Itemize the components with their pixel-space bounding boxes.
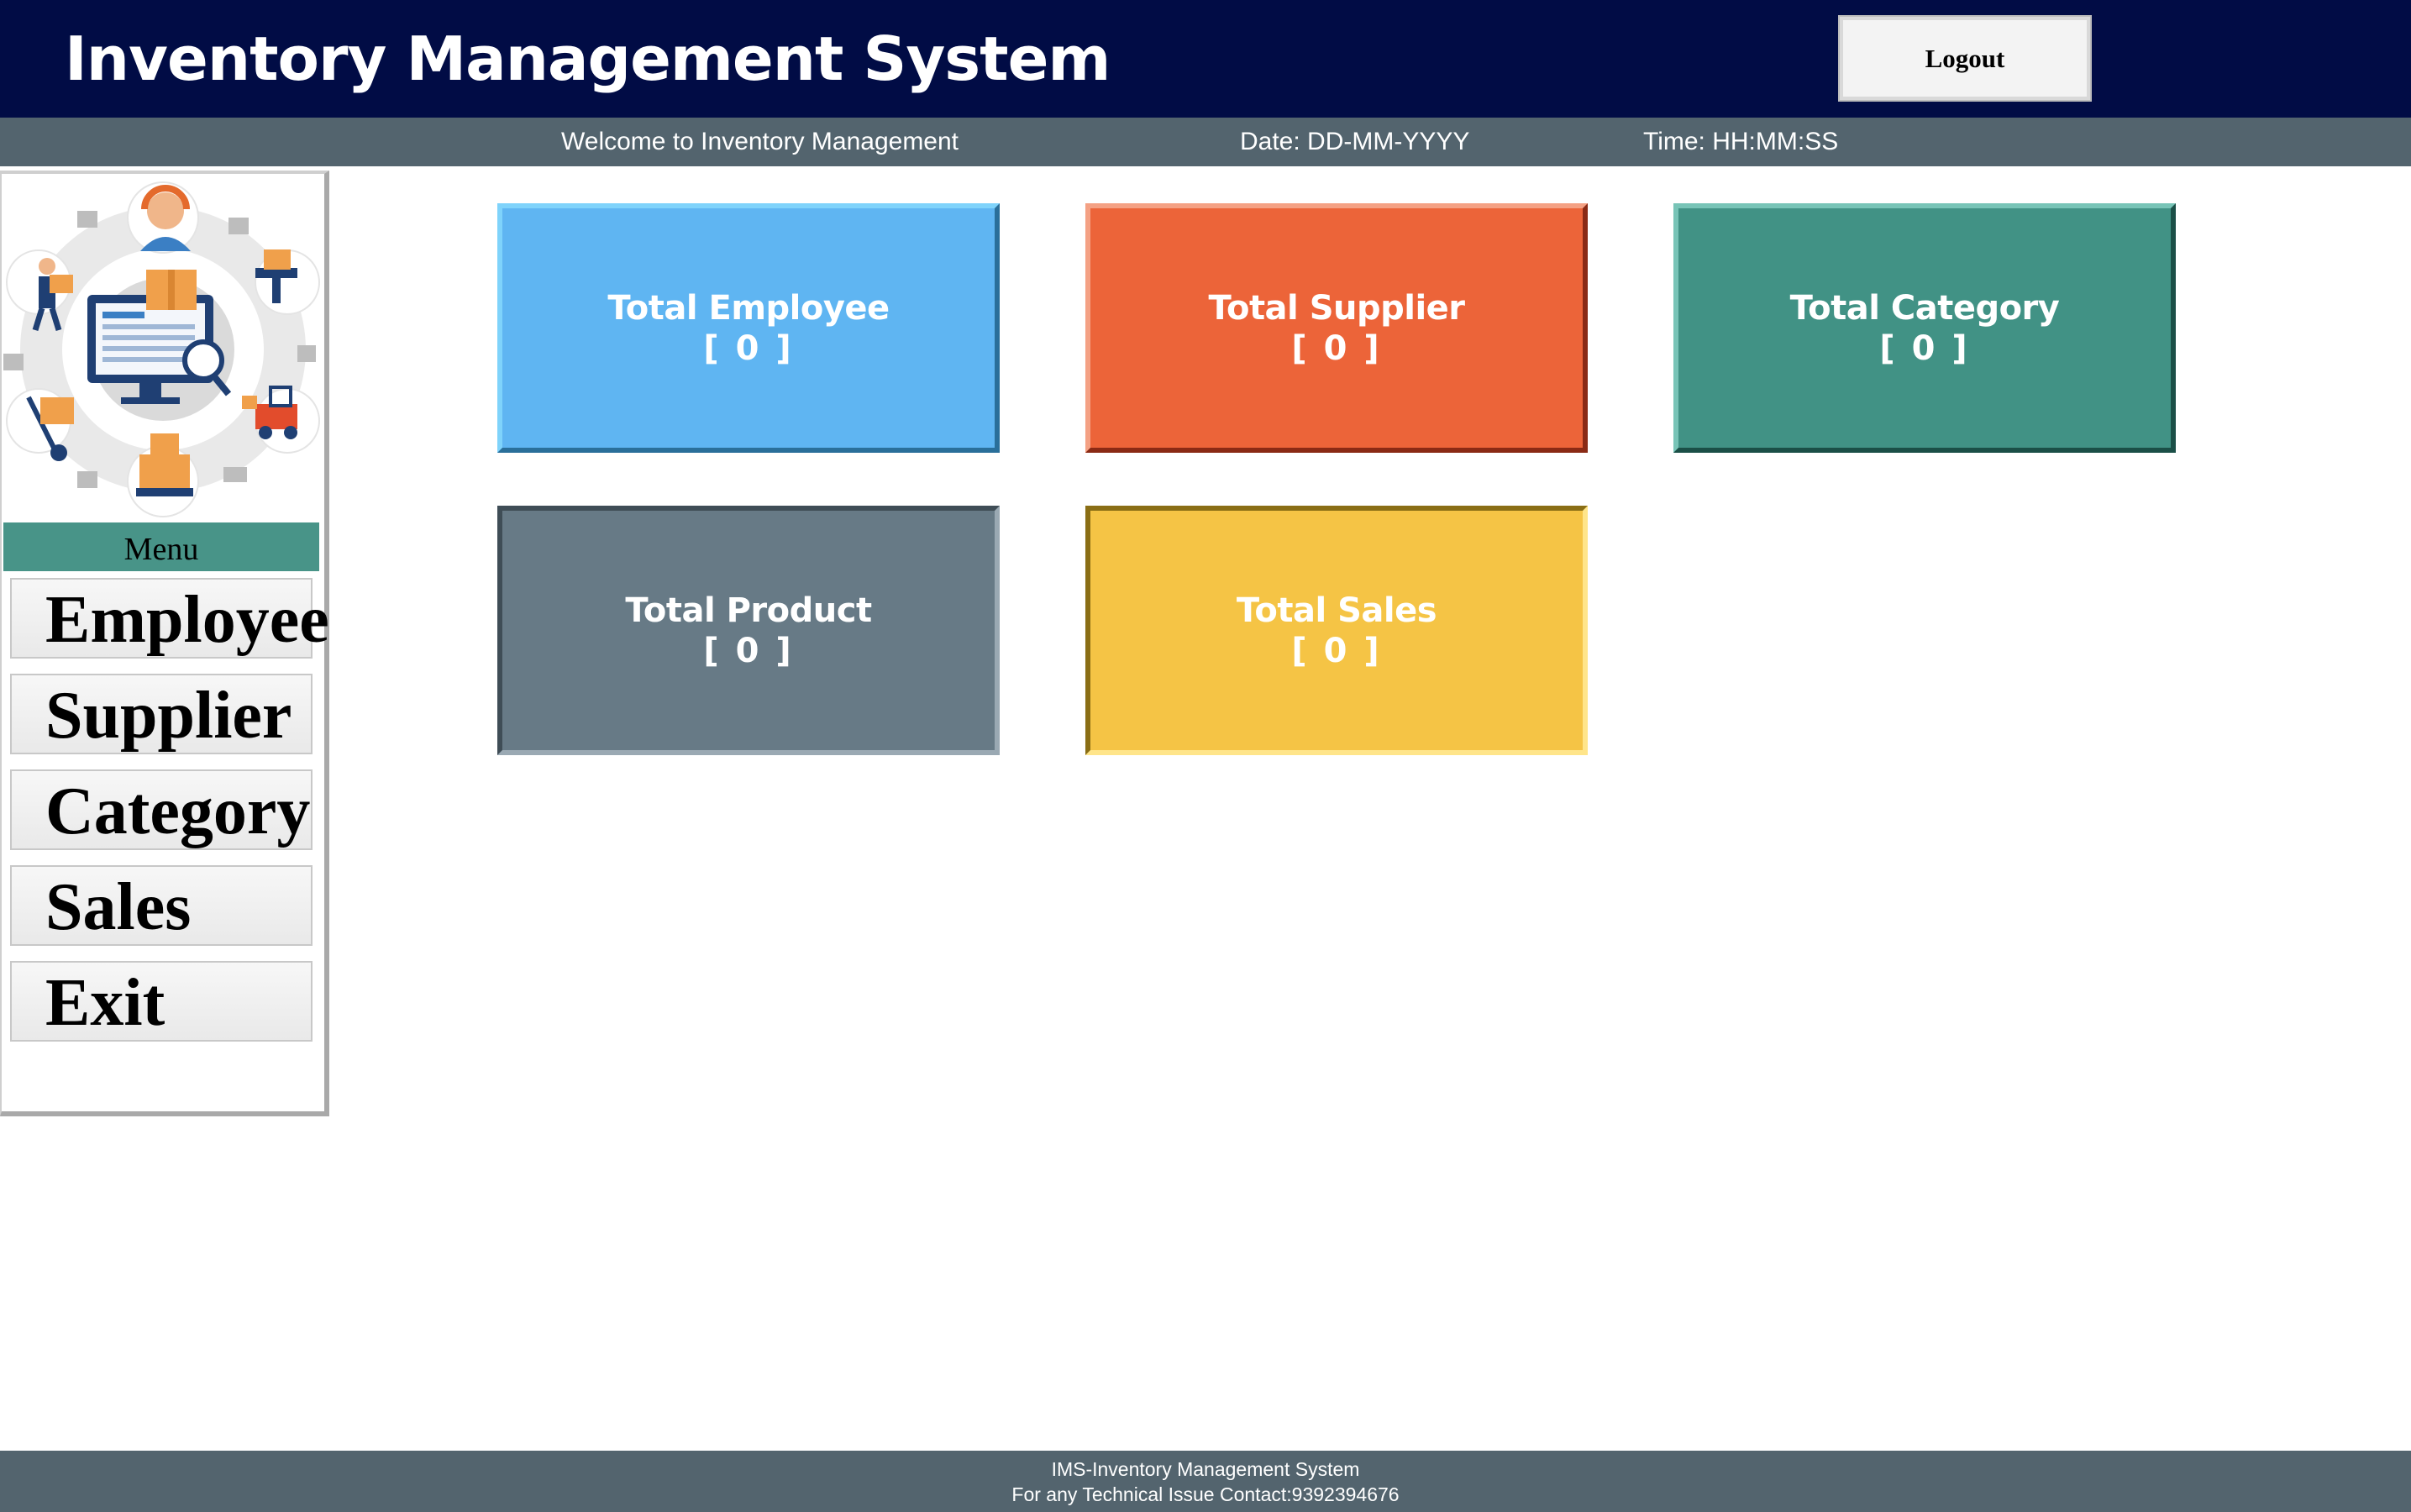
time-label: Time: HH:MM:SS	[1643, 128, 1839, 155]
menu-header: Menu	[3, 522, 319, 571]
card-title: Total Sales	[1236, 591, 1437, 630]
status-bar: Welcome to Inventory Management Date: DD…	[0, 118, 2411, 166]
logout-button[interactable]: Logout	[1838, 15, 2092, 102]
menu-employee-button[interactable]: Employee	[10, 578, 329, 659]
sidebar: Menu Employee Supplier Category Sales Ex…	[0, 171, 329, 1116]
date-label: Date: DD-MM-YYYY	[1240, 128, 1470, 155]
footer-contact: For any Technical Issue Contact:93923946…	[1011, 1483, 1400, 1505]
title-bar: Inventory Management System Logout	[0, 0, 2411, 118]
card-title: Total Employee	[607, 288, 890, 328]
inventory-illustration-icon	[3, 177, 321, 522]
card-title: Total Supplier	[1208, 288, 1465, 328]
menu-category-button[interactable]: Category	[10, 769, 313, 850]
card-value: [ 0 ]	[703, 328, 794, 368]
total-supplier-card: Total Supplier [ 0 ]	[1085, 203, 1588, 453]
menu-supplier-button[interactable]: Supplier	[10, 674, 313, 754]
card-value: [ 0 ]	[703, 631, 794, 670]
menu-sales-button[interactable]: Sales	[10, 865, 313, 946]
card-value: [ 0 ]	[1879, 328, 1970, 368]
total-employee-card: Total Employee [ 0 ]	[497, 203, 1000, 453]
card-value: [ 0 ]	[1291, 328, 1382, 368]
footer: IMS-Inventory Management System For any …	[0, 1451, 2411, 1512]
app-title: Inventory Management System	[65, 24, 1111, 94]
app-window: Inventory Management System Logout Welco…	[0, 0, 2411, 1512]
welcome-text: Welcome to Inventory Management	[561, 128, 959, 155]
card-title: Total Product	[625, 591, 872, 630]
total-category-card: Total Category [ 0 ]	[1673, 203, 2176, 453]
total-product-card: Total Product [ 0 ]	[497, 506, 1000, 755]
menu-exit-button[interactable]: Exit	[10, 961, 313, 1042]
footer-title: IMS-Inventory Management System	[1051, 1458, 1360, 1480]
card-title: Total Category	[1789, 288, 2060, 328]
total-sales-card: Total Sales [ 0 ]	[1085, 506, 1588, 755]
card-value: [ 0 ]	[1291, 631, 1382, 670]
